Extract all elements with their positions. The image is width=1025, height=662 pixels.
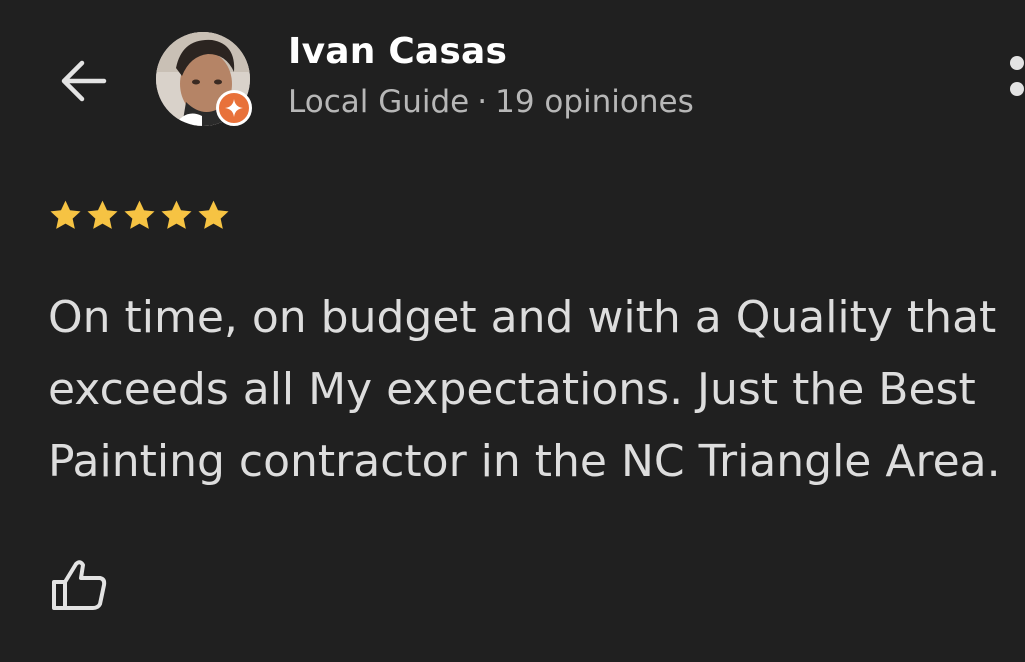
star-rating: [48, 198, 231, 233]
reviewer-avatar-container[interactable]: [156, 32, 252, 128]
star-icon: [198, 200, 229, 229]
star-icon: [50, 200, 81, 229]
more-options-button[interactable]: [1006, 52, 1025, 108]
review-count: 19 opiniones: [495, 84, 694, 120]
review-text: On time, on budget and with a Quality th…: [48, 292, 1001, 487]
star-icon: [161, 200, 192, 229]
reviewer-meta[interactable]: Local Guide · 19 opiniones: [288, 82, 694, 122]
back-button[interactable]: [52, 52, 114, 110]
thumbs-up-icon: [52, 560, 107, 610]
local-guide-star-icon: [216, 90, 252, 126]
like-button[interactable]: [48, 556, 110, 618]
reviewer-level: Local Guide: [288, 84, 470, 120]
arrow-left-icon: [61, 60, 107, 102]
star-icon: [124, 200, 155, 229]
reviewer-name[interactable]: Ivan Casas: [288, 30, 507, 74]
meta-separator: ·: [477, 84, 488, 120]
star-icon: [87, 200, 118, 229]
